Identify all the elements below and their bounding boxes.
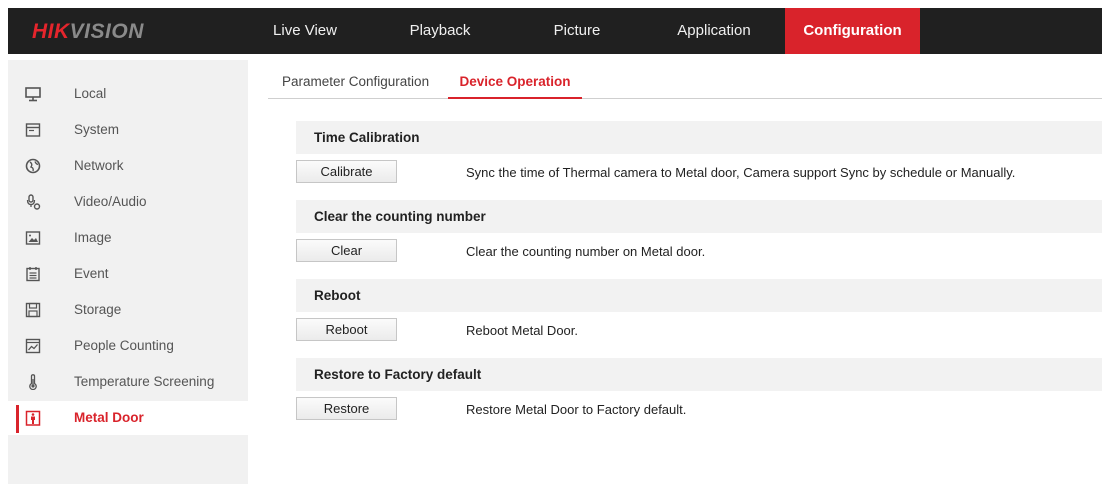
disk-icon xyxy=(25,302,41,318)
section-description: Clear the counting number on Metal door. xyxy=(466,244,706,259)
sidebar-item-label: Network xyxy=(74,158,124,173)
sidebar-item-people-counting[interactable]: People Counting xyxy=(8,329,248,363)
calibrate-button[interactable]: Calibrate xyxy=(296,160,397,183)
sidebar-item-event[interactable]: Event xyxy=(8,257,248,291)
section-title: Time Calibration xyxy=(314,130,420,145)
globe-icon xyxy=(25,158,41,174)
section-description: Restore Metal Door to Factory default. xyxy=(466,402,687,417)
window-icon xyxy=(25,122,41,138)
metal-door-icon xyxy=(25,410,41,426)
tab-strip: Parameter Configuration Device Operation xyxy=(268,66,1102,99)
sidebar-item-label: Video/Audio xyxy=(74,194,147,209)
hikvision-logo: HIKVISION xyxy=(32,20,144,43)
section-title: Clear the counting number xyxy=(314,209,486,224)
thermometer-icon xyxy=(25,374,41,391)
sidebar-item-label: Storage xyxy=(74,302,122,317)
nav-application[interactable]: Application xyxy=(672,8,756,54)
section-description: Reboot Metal Door. xyxy=(466,323,579,338)
reboot-button[interactable]: Reboot xyxy=(296,318,397,341)
sidebar-item-local[interactable]: Local xyxy=(8,77,248,111)
tab-parameter-configuration[interactable]: Parameter Configuration xyxy=(282,66,429,98)
sidebar-item-video-audio[interactable]: Video/Audio xyxy=(8,185,248,219)
restore-button[interactable]: Restore xyxy=(296,397,397,420)
calendar-icon xyxy=(25,266,41,282)
sidebar-item-system[interactable]: System xyxy=(8,113,248,147)
nav-playback[interactable]: Playback xyxy=(404,8,476,54)
section-title: Reboot xyxy=(314,288,361,303)
nav-picture[interactable]: Picture xyxy=(550,8,604,54)
sidebar-item-label: Temperature Screening xyxy=(74,374,215,389)
nav-configuration[interactable]: Configuration xyxy=(785,8,920,54)
monitor-icon xyxy=(25,86,41,102)
sidebar-item-label: Event xyxy=(74,266,109,281)
section-header-reboot: Reboot xyxy=(296,279,1102,312)
sidebar-item-label: People Counting xyxy=(74,338,174,353)
top-nav-bar: HIKVISION Live View Playback Picture App… xyxy=(8,8,1102,54)
sidebar-item-image[interactable]: Image xyxy=(8,221,248,255)
section-header-clear-counting: Clear the counting number xyxy=(296,200,1102,233)
sidebar-item-metal-door[interactable]: Metal Door xyxy=(8,401,248,435)
chart-icon xyxy=(25,338,41,354)
sidebar-item-temperature-screening[interactable]: Temperature Screening xyxy=(8,365,248,399)
sidebar-item-network[interactable]: Network xyxy=(8,149,248,183)
sidebar-item-label: Local xyxy=(74,86,107,101)
sidebar: Local System Network Video/Audio Image E… xyxy=(8,60,248,484)
section-header-restore: Restore to Factory default xyxy=(296,358,1102,391)
active-indicator xyxy=(16,405,19,433)
image-icon xyxy=(25,230,41,246)
section-description: Sync the time of Thermal camera to Metal… xyxy=(466,165,1016,180)
section-title: Restore to Factory default xyxy=(314,367,482,382)
sidebar-item-label: System xyxy=(74,122,120,137)
sidebar-item-storage[interactable]: Storage xyxy=(8,293,248,327)
sidebar-item-label: Image xyxy=(74,230,112,245)
microphone-icon xyxy=(25,194,41,210)
clear-button[interactable]: Clear xyxy=(296,239,397,262)
nav-live-view[interactable]: Live View xyxy=(270,8,340,54)
sidebar-item-label: Metal Door xyxy=(74,410,144,425)
section-header-time-calibration: Time Calibration xyxy=(296,121,1102,154)
tab-device-operation[interactable]: Device Operation xyxy=(448,66,582,99)
